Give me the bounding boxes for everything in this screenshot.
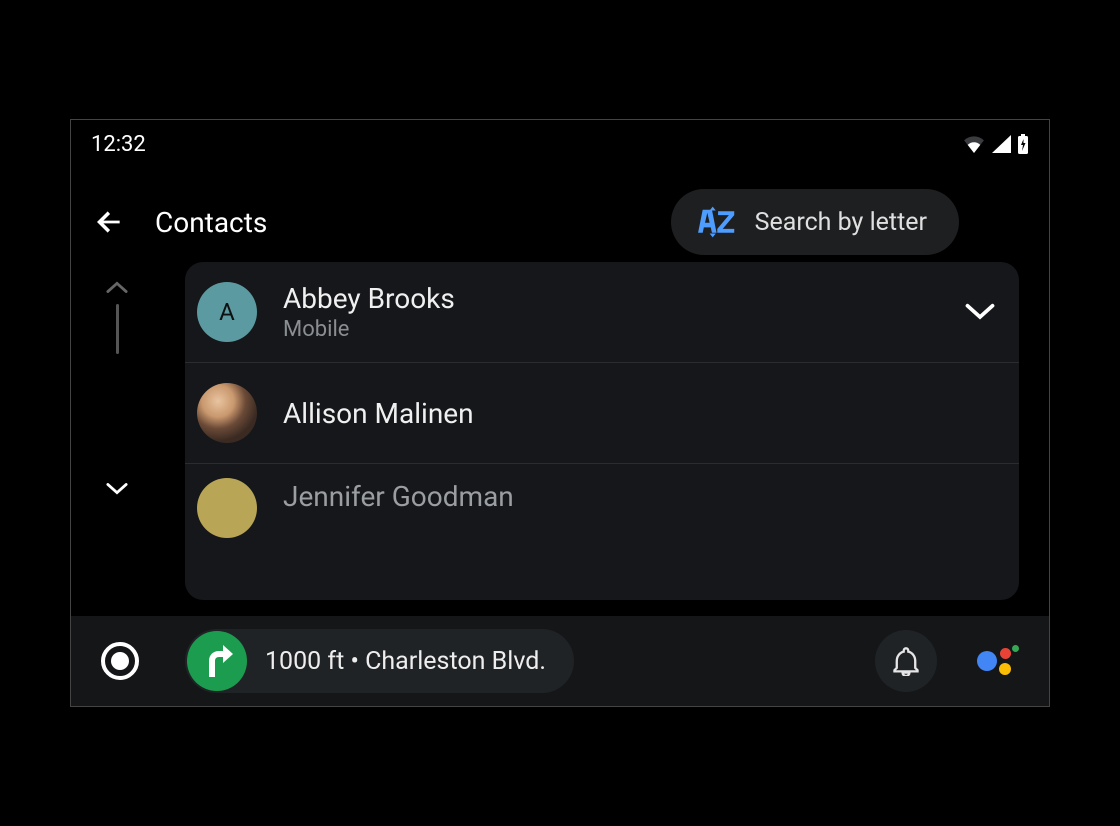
wifi-icon (963, 135, 985, 153)
turn-direction-badge (187, 631, 247, 691)
clock: 12:32 (91, 132, 146, 157)
assistant-dot-yellow (999, 663, 1011, 675)
scroll-track (116, 304, 119, 354)
contact-name: Allison Malinen (283, 397, 995, 430)
contact-name: Jennifer Goodman (283, 480, 995, 513)
contact-text: Allison Malinen (283, 397, 995, 430)
page-title: Contacts (155, 206, 267, 239)
navigation-text: 1000 ft • Charleston Blvd. (265, 647, 546, 676)
avatar: A (197, 282, 257, 342)
contact-text: Abbey Brooks Mobile (283, 282, 965, 342)
scroll-indicator (87, 262, 147, 600)
avatar (197, 478, 257, 538)
contact-text: Jennifer Goodman (283, 480, 995, 513)
az-sort-icon (695, 204, 735, 240)
search-pill-label: Search by letter (755, 208, 927, 237)
main-area: A Abbey Brooks Mobile Allison Malinen Je… (71, 262, 1049, 600)
assistant-dot-red (1000, 648, 1011, 659)
assistant-dot-green (1012, 645, 1019, 652)
cell-signal-icon (991, 135, 1011, 153)
status-icons (963, 134, 1029, 154)
notifications-button[interactable] (875, 630, 937, 692)
back-button[interactable] (91, 204, 127, 240)
chevron-down-icon (106, 482, 128, 496)
contact-row[interactable]: Jennifer Goodman (185, 464, 1019, 542)
status-bar: 12:32 (71, 124, 1049, 164)
contact-row[interactable]: A Abbey Brooks Mobile (185, 262, 1019, 363)
contact-name: Abbey Brooks (283, 282, 965, 315)
header: Contacts Search by letter (71, 182, 1049, 262)
contact-row[interactable]: Allison Malinen (185, 363, 1019, 464)
assistant-dot-blue (977, 651, 997, 671)
contact-list: A Abbey Brooks Mobile Allison Malinen Je… (185, 262, 1019, 600)
bell-icon (892, 646, 920, 676)
arrow-left-icon (93, 206, 125, 238)
bottom-nav-bar: 1000 ft • Charleston Blvd. (71, 616, 1049, 706)
chevron-up-icon (106, 280, 128, 294)
device-frame: 12:32 Contacts Search by letter (70, 119, 1050, 707)
launcher-button[interactable] (101, 642, 139, 680)
scroll-down-button[interactable] (102, 474, 132, 504)
avatar (197, 383, 257, 443)
assistant-button[interactable] (975, 639, 1019, 683)
search-by-letter-button[interactable]: Search by letter (671, 189, 959, 255)
turn-right-icon (199, 643, 235, 679)
chevron-down-icon (965, 297, 995, 327)
navigation-pill[interactable]: 1000 ft • Charleston Blvd. (185, 629, 574, 693)
battery-icon (1017, 134, 1029, 154)
contact-subtitle: Mobile (283, 317, 965, 342)
scroll-up-button[interactable] (102, 272, 132, 302)
